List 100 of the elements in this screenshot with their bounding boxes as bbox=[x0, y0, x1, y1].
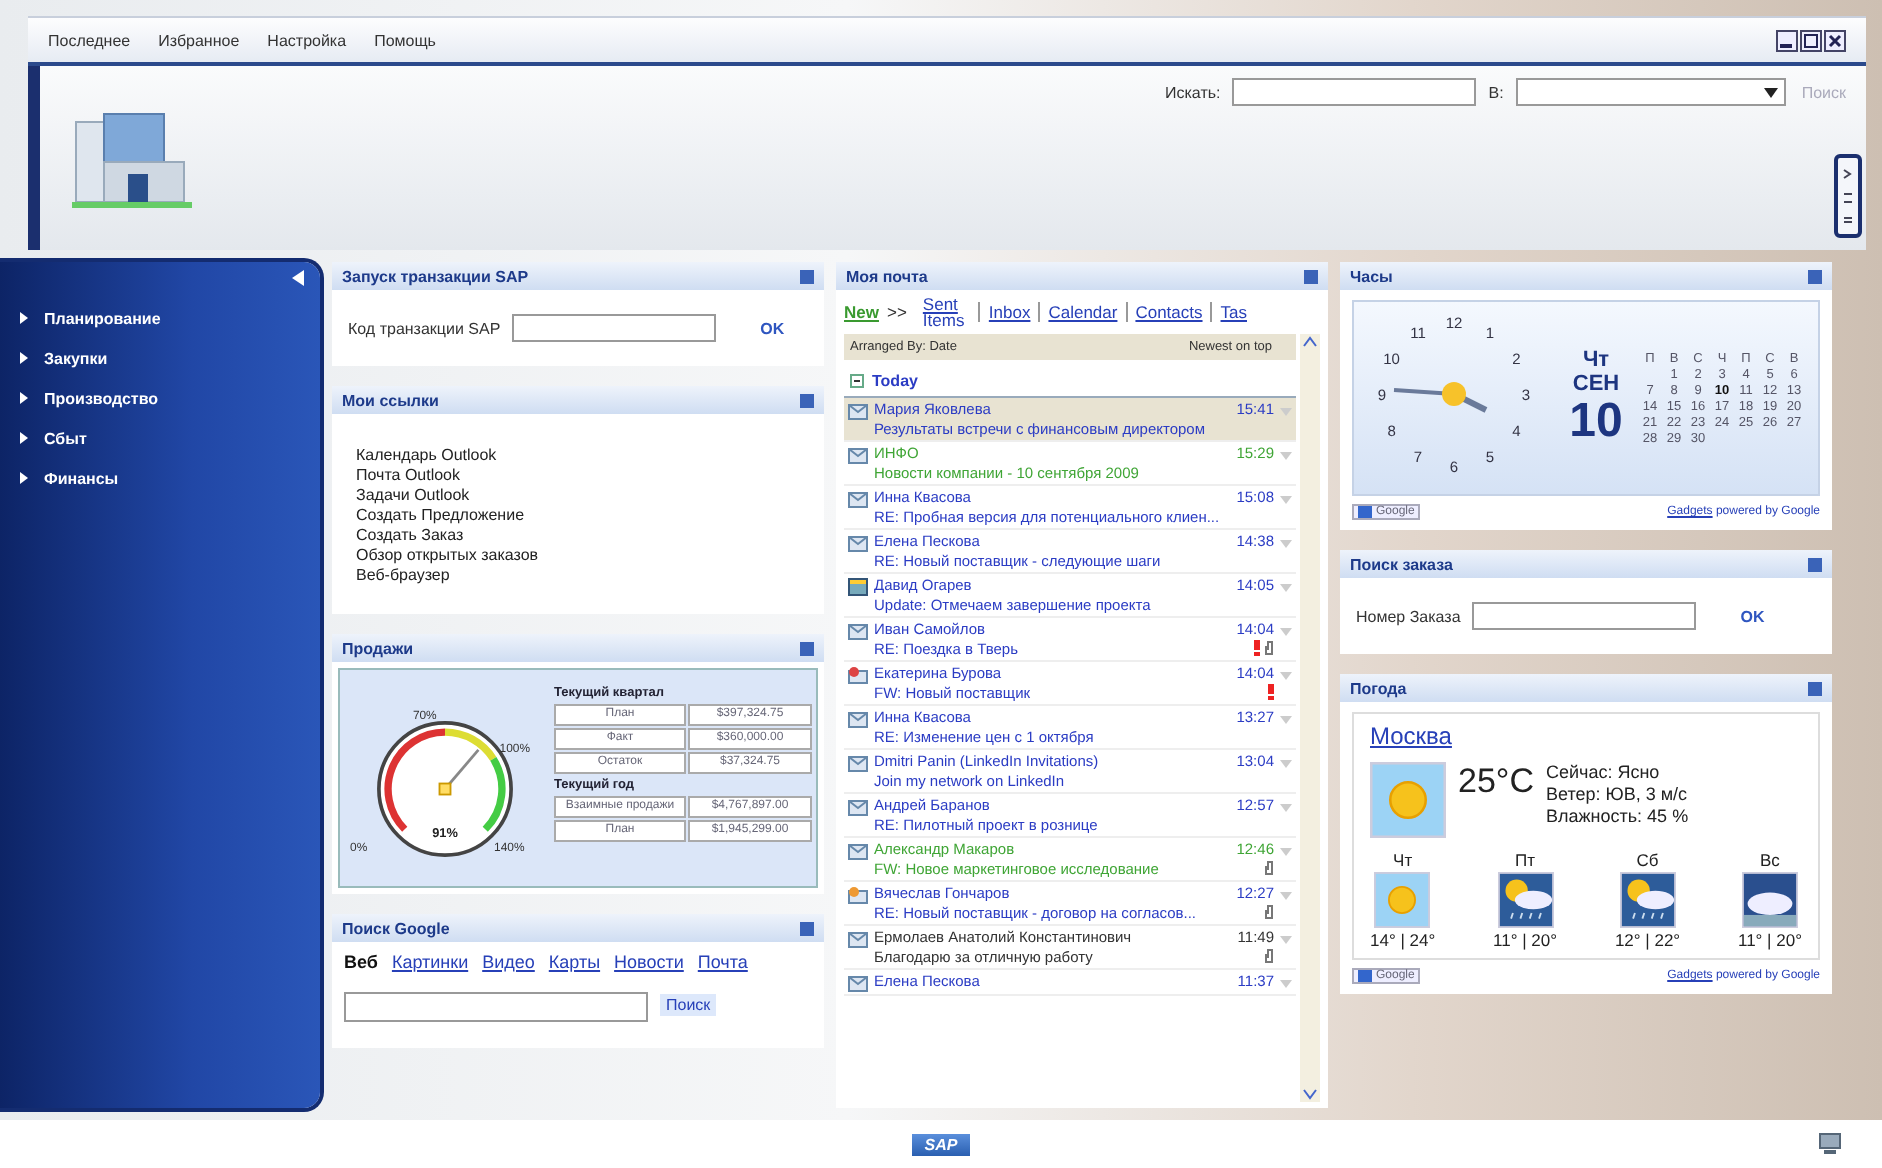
search-field[interactable] bbox=[1232, 78, 1477, 106]
menu-item[interactable]: Избранное bbox=[158, 31, 240, 49]
folder-link[interactable]: Calendar bbox=[1038, 302, 1118, 322]
folder-link[interactable]: Sent Items bbox=[914, 296, 971, 328]
panel-title: Погода bbox=[1350, 679, 1407, 697]
folder-link[interactable]: Contacts bbox=[1125, 302, 1203, 322]
flag-icon[interactable] bbox=[1280, 716, 1292, 724]
scrollbar[interactable] bbox=[1300, 334, 1320, 1102]
scope-dropdown[interactable] bbox=[1515, 78, 1786, 106]
new-link[interactable]: New bbox=[844, 302, 879, 322]
triangle-icon bbox=[20, 312, 28, 324]
shortcut-link[interactable]: Задачи Outlook bbox=[356, 486, 800, 506]
navigation-item[interactable]: Финансы bbox=[0, 458, 320, 498]
panel-menu-icon[interactable] bbox=[800, 641, 814, 655]
flag-icon[interactable] bbox=[1280, 804, 1292, 812]
panel-title: Запуск транзакции SAP bbox=[342, 267, 529, 285]
flag-icon[interactable] bbox=[1280, 452, 1292, 460]
ok-button[interactable]: OK bbox=[748, 317, 797, 339]
menu-item[interactable]: Помощь bbox=[374, 31, 436, 49]
forecast-day: Чт bbox=[1393, 850, 1413, 870]
search-label: Искать: bbox=[1165, 83, 1221, 101]
forecast-temperature: 11° | 20° bbox=[1737, 930, 1802, 950]
navigation-item[interactable]: Закупки bbox=[0, 338, 320, 378]
panel-menu-icon[interactable] bbox=[1808, 681, 1822, 695]
flag-icon[interactable] bbox=[1280, 760, 1292, 768]
sun-icon bbox=[1370, 762, 1446, 838]
field-label: Номер Заказа bbox=[1356, 607, 1461, 625]
side-toolbar-icon[interactable] bbox=[1834, 154, 1862, 238]
shortcut-link[interactable]: Почта Outlook bbox=[356, 466, 800, 486]
panel-menu-icon[interactable] bbox=[800, 269, 814, 283]
envelope-icon bbox=[848, 534, 868, 552]
ok-button[interactable]: OK bbox=[1728, 605, 1777, 627]
panel-title: Продажи bbox=[342, 639, 414, 657]
shortcut-link[interactable]: Создать Предложение bbox=[356, 506, 800, 526]
flag-icon[interactable] bbox=[1280, 628, 1292, 636]
envelope-icon bbox=[848, 402, 868, 420]
maximize-icon[interactable] bbox=[1800, 29, 1822, 51]
flag-icon[interactable] bbox=[1280, 980, 1292, 988]
search-tab[interactable]: Новости bbox=[614, 952, 684, 972]
panel-menu-icon[interactable] bbox=[800, 921, 814, 935]
shortcut-link[interactable]: Календарь Outlook bbox=[356, 446, 800, 466]
sun-cloud-rain-icon bbox=[1619, 872, 1676, 928]
forecast-temperature: 11° | 20° bbox=[1493, 930, 1558, 950]
date-number: 10 bbox=[1569, 396, 1623, 448]
navigation-item[interactable]: Планирование bbox=[0, 298, 320, 338]
panel-menu-icon[interactable] bbox=[1808, 269, 1822, 283]
city-link[interactable]: Москва bbox=[1370, 722, 1802, 750]
group-label: Today bbox=[872, 372, 918, 390]
shortcut-link[interactable]: Создать Заказ bbox=[356, 526, 800, 546]
flag-icon[interactable] bbox=[1280, 540, 1292, 548]
search-tab[interactable]: Видео bbox=[482, 952, 535, 972]
envelope-icon bbox=[848, 622, 868, 640]
arrow-text: >> bbox=[886, 302, 907, 322]
calendar-icon bbox=[848, 578, 868, 596]
triangle-icon bbox=[20, 432, 28, 444]
scroll-down-icon[interactable] bbox=[1302, 1086, 1318, 1102]
triangle-icon bbox=[20, 392, 28, 404]
panel-title: Моя почта bbox=[846, 267, 928, 285]
shortcut-link[interactable]: Веб-браузер bbox=[356, 566, 800, 586]
forecast-day: Вс bbox=[1760, 850, 1780, 870]
folder-link[interactable]: Inbox bbox=[978, 302, 1031, 322]
search-button[interactable]: Поиск bbox=[660, 994, 717, 1016]
sun-cloud-rain-icon bbox=[1497, 872, 1554, 928]
weather-detail: Ветер: ЮВ, 3 м/с bbox=[1545, 784, 1689, 806]
search-tab[interactable]: Карты bbox=[548, 952, 601, 972]
search-tab[interactable]: Почта bbox=[697, 952, 748, 972]
search-tab[interactable]: Веб bbox=[344, 952, 378, 972]
forecast-temperature: 14° | 24° bbox=[1370, 930, 1436, 950]
envelope-icon bbox=[848, 666, 868, 684]
flag-icon[interactable] bbox=[1280, 496, 1292, 504]
flag-icon[interactable] bbox=[1280, 672, 1292, 680]
search-tab[interactable]: Картинки bbox=[391, 952, 469, 972]
triangle-icon bbox=[20, 472, 28, 484]
transaction-code-field[interactable] bbox=[512, 314, 717, 342]
order-number-field[interactable] bbox=[1472, 602, 1697, 630]
google-search-field[interactable] bbox=[344, 992, 648, 1022]
flag-icon[interactable] bbox=[1280, 892, 1292, 900]
navigation-item[interactable]: Производство bbox=[0, 378, 320, 418]
menu-item[interactable]: Последнее bbox=[48, 31, 131, 49]
panel-title: Поиск заказа bbox=[1350, 555, 1453, 573]
panel-menu-icon[interactable] bbox=[1304, 269, 1318, 283]
flag-icon[interactable] bbox=[1280, 848, 1292, 856]
shortcut-link[interactable]: Обзор открытых заказов bbox=[356, 546, 800, 566]
computer-icon[interactable] bbox=[1818, 1132, 1842, 1156]
folder-link[interactable]: Tas bbox=[1210, 302, 1247, 322]
minimize-icon[interactable] bbox=[1776, 29, 1798, 51]
flag-icon[interactable] bbox=[1280, 584, 1292, 592]
scroll-up-icon[interactable] bbox=[1302, 334, 1318, 350]
panel-menu-icon[interactable] bbox=[800, 393, 814, 407]
forecast-day: Сб bbox=[1636, 850, 1659, 870]
temperature-text: 25°C bbox=[1458, 762, 1534, 802]
navigation-item[interactable]: Сбыт bbox=[0, 418, 320, 458]
panel-menu-icon[interactable] bbox=[1808, 557, 1822, 571]
sap-logo: SAP bbox=[912, 1133, 970, 1155]
close-icon[interactable] bbox=[1824, 29, 1846, 51]
panel-title: Поиск Google bbox=[342, 919, 450, 937]
flag-icon[interactable] bbox=[1280, 936, 1292, 944]
collapse-icon[interactable] bbox=[850, 374, 864, 388]
collapse-arrow-icon[interactable] bbox=[292, 270, 304, 286]
menu-item[interactable]: Настройка bbox=[267, 31, 347, 49]
